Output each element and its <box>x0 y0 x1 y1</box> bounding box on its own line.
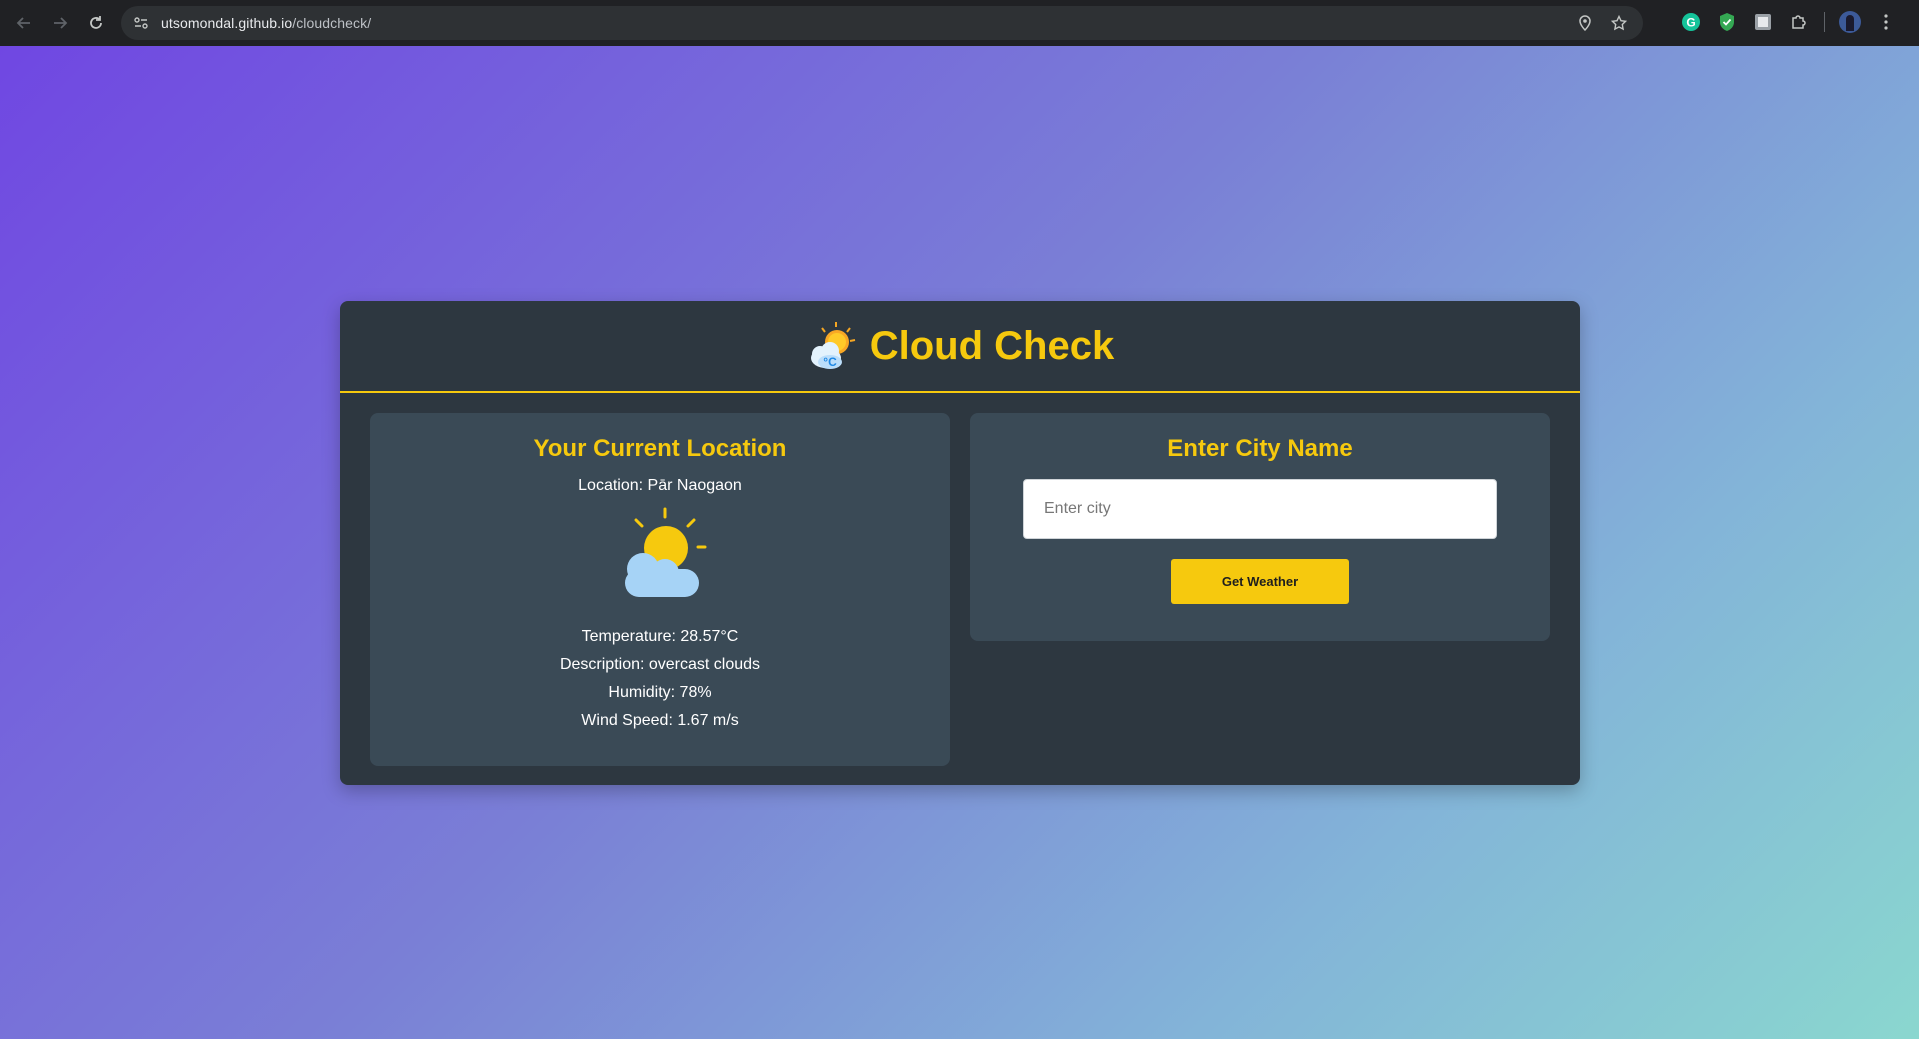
current-location-card: Your Current Location Location: Pār Naog… <box>370 413 950 766</box>
url-path: /cloudcheck/ <box>292 15 372 31</box>
url-text[interactable]: utsomondal.github.io/cloudcheck/ <box>161 15 371 31</box>
location-pin-icon[interactable] <box>1575 13 1595 33</box>
back-arrow-icon[interactable] <box>8 7 40 39</box>
shield-extension-icon[interactable] <box>1716 11 1738 33</box>
profile-avatar[interactable] <box>1839 11 1861 33</box>
page-title: Cloud Check <box>869 323 1115 368</box>
bookmark-star-icon[interactable] <box>1609 13 1629 33</box>
partly-cloudy-icon <box>605 503 715 613</box>
sun-behind-cloud-icon: °C <box>806 320 858 372</box>
humidity-text: Humidity: 78% <box>608 684 712 701</box>
toolbar-divider <box>1824 12 1825 32</box>
location-text: Location: Pār Naogaon <box>578 477 742 494</box>
svg-text:°C: °C <box>823 355 837 369</box>
photo-extension-icon[interactable] <box>1752 11 1774 33</box>
reload-icon[interactable] <box>80 7 112 39</box>
forward-arrow-icon[interactable] <box>44 7 76 39</box>
page-viewport: °C Cloud Check Your Current Location Loc… <box>0 46 1919 1039</box>
wind-speed-text: Wind Speed: 1.67 m/s <box>581 712 739 729</box>
description-text: Description: overcast clouds <box>559 656 761 673</box>
current-location-heading: Your Current Location <box>533 435 787 462</box>
city-search-heading: Enter City Name <box>1167 435 1353 462</box>
get-weather-button[interactable]: Get Weather <box>1171 559 1349 604</box>
app-header: °C Cloud Check <box>340 301 1580 393</box>
weather-details: Temperature: 28.57°C Description: overca… <box>560 623 760 735</box>
site-info-icon[interactable] <box>131 13 151 33</box>
city-input[interactable] <box>1023 479 1497 539</box>
weather-app-container: °C Cloud Check Your Current Location Loc… <box>340 301 1580 785</box>
address-bar[interactable]: utsomondal.github.io/cloudcheck/ <box>121 6 1643 40</box>
kebab-menu-icon[interactable] <box>1875 11 1897 33</box>
extensions-puzzle-icon[interactable] <box>1788 11 1810 33</box>
svg-text:G: G <box>1686 16 1695 30</box>
city-search-card: Enter City Name Get Weather <box>970 413 1550 641</box>
temperature-text: Temperature: 28.57°C <box>581 628 739 645</box>
url-host: utsomondal.github.io <box>161 15 293 31</box>
browser-toolbar: utsomondal.github.io/cloudcheck/ G <box>0 0 1919 46</box>
grammarly-icon[interactable]: G <box>1680 11 1702 33</box>
